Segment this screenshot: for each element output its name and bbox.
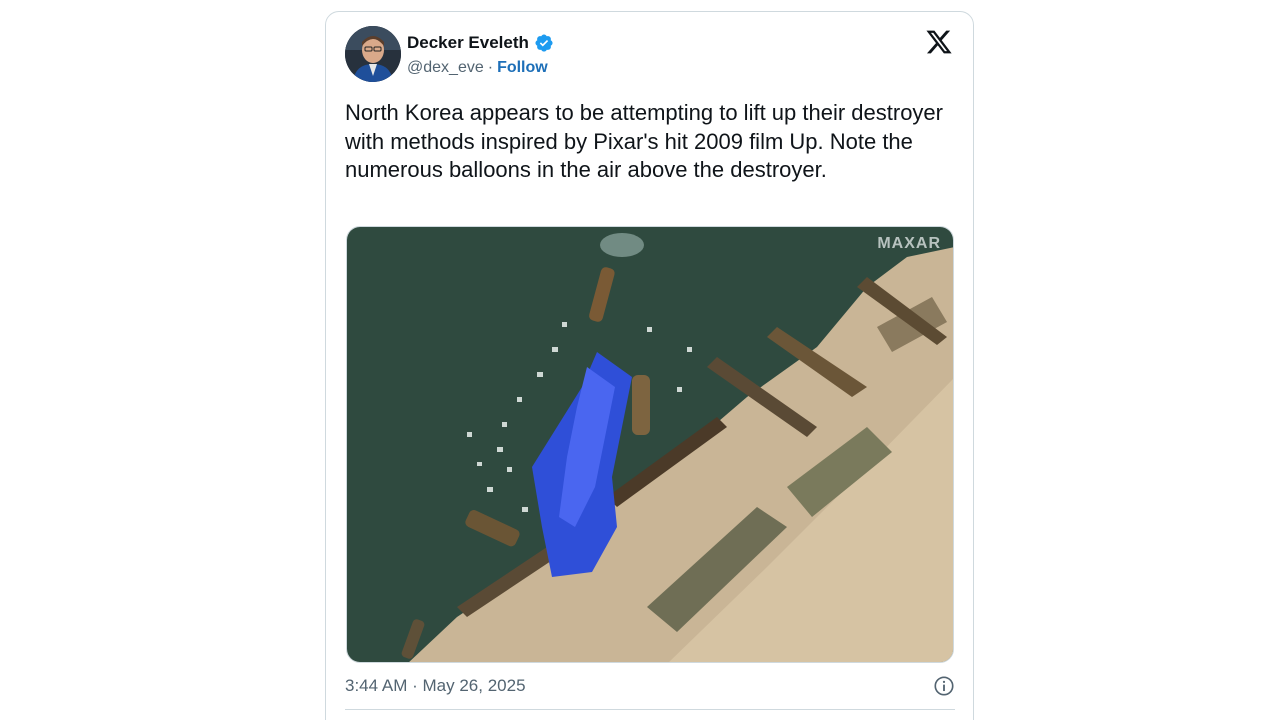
tweet-media-image[interactable]: MAXAR [346,226,954,663]
verified-badge-icon [534,33,554,53]
info-icon[interactable] [933,675,955,697]
author-handle[interactable]: @dex_eve [407,59,484,77]
tweet-meta: 3:44 AM · May 26, 2025 [345,674,955,698]
tweet-timestamp[interactable]: 3:44 AM · May 26, 2025 [345,676,526,696]
separator-dot: · [487,59,494,76]
maxar-watermark: MAXAR [877,235,941,252]
tweet-text: North Korea appears to be attempting to … [345,100,943,182]
date-separator: · [412,676,418,695]
tweet-time: 3:44 AM [345,676,408,695]
follow-button[interactable]: Follow [497,59,548,77]
tweet-card: Decker Eveleth @dex_eve · Follow North K… [325,11,974,720]
divider [345,709,955,710]
author-name[interactable]: Decker Eveleth [407,33,529,53]
avatar[interactable] [345,26,401,82]
x-logo-icon[interactable] [925,28,953,56]
tweet-date: May 26, 2025 [422,676,526,695]
author-block: Decker Eveleth @dex_eve · Follow [407,32,554,80]
